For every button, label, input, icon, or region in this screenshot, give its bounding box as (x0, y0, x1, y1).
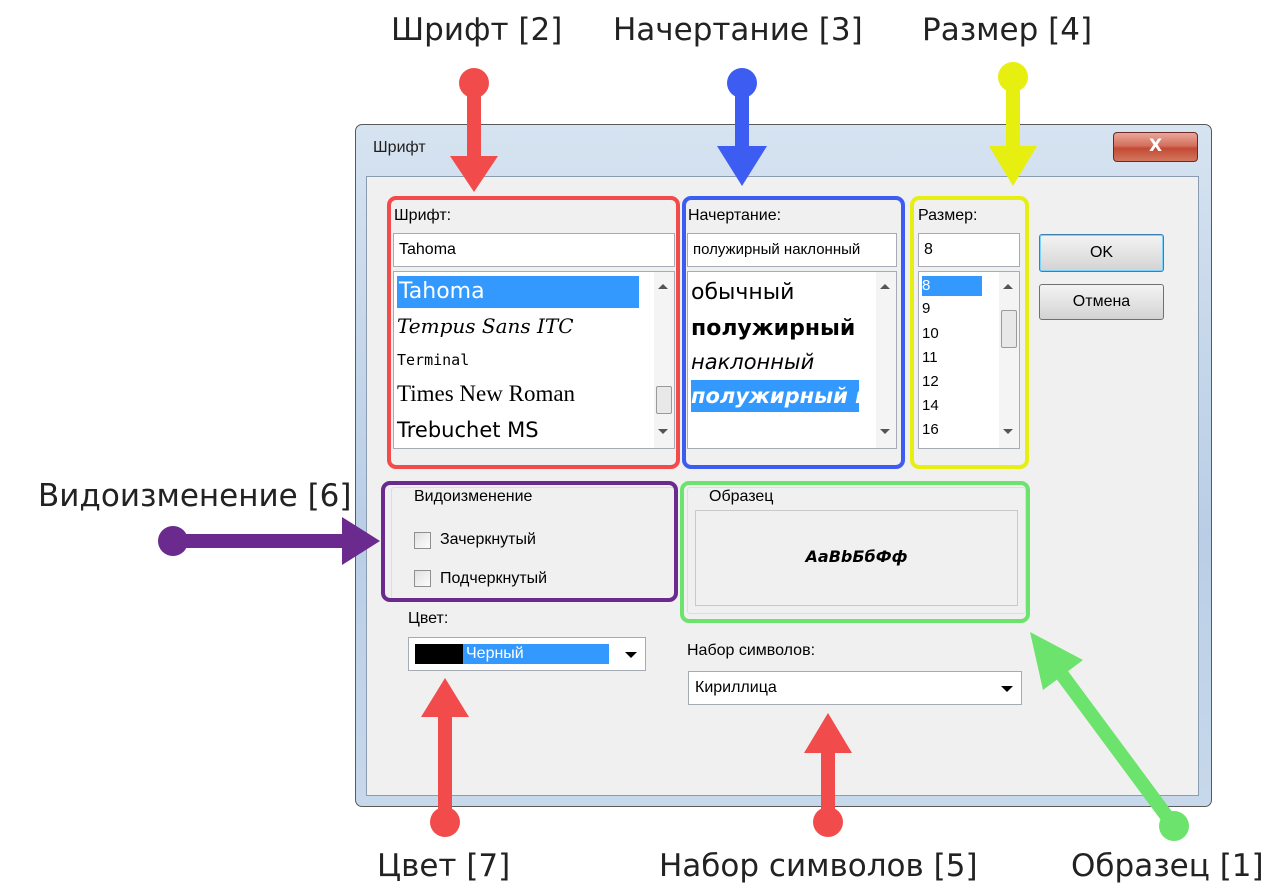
callout-arrows (158, 62, 1189, 841)
style-arrow-icon (717, 68, 767, 186)
font-arrow-icon (450, 68, 498, 192)
sample-arrow-icon (1030, 632, 1189, 841)
effects-arrow-icon (158, 517, 380, 565)
color-arrow-icon (421, 678, 469, 837)
size-arrow-icon (989, 62, 1037, 186)
charset-arrow-icon (804, 713, 852, 837)
